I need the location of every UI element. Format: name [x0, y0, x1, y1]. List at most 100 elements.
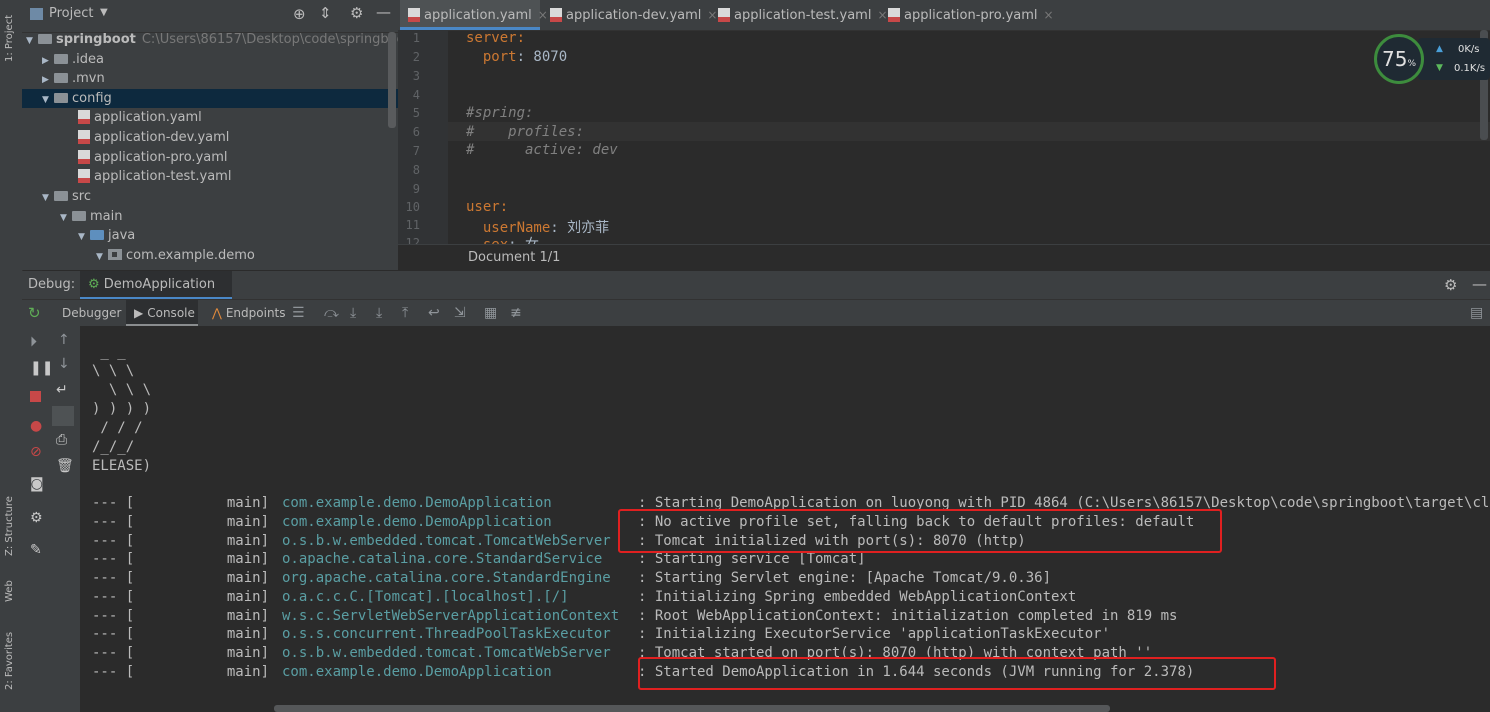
- line-number: 1: [412, 31, 420, 45]
- endpoints-icon: ⋀: [212, 306, 222, 320]
- code-line-10[interactable]: user:: [466, 199, 508, 215]
- log-line: --- [ main] o.s.s.concurrent.ThreadPoolT…: [92, 626, 1110, 642]
- tree-item-com-example-demo[interactable]: ▼ com.example.demo: [22, 246, 398, 265]
- log-line: --- [ main] com.example.demo.DemoApplica…: [92, 495, 1490, 511]
- camera-icon[interactable]: ◙: [30, 476, 44, 492]
- log-line: --- [ main] com.example.demo.DemoApplica…: [92, 664, 1194, 680]
- code-line-7[interactable]: # active: dev: [466, 142, 618, 158]
- evaluate-icon[interactable]: ▦: [484, 300, 497, 326]
- stop-icon[interactable]: [30, 391, 41, 402]
- log-message: : Root WebApplicationContext: initializa…: [638, 608, 1178, 624]
- tree-item-application-test-yaml[interactable]: application-test.yaml: [22, 167, 398, 186]
- up-arrow-icon[interactable]: ↑: [58, 332, 70, 348]
- pin-icon[interactable]: ✎: [30, 542, 42, 558]
- tab-run-config[interactable]: ⚙ DemoApplication ×: [80, 271, 232, 320]
- expand-arrow-icon[interactable]: ▶: [42, 71, 54, 90]
- pause-icon[interactable]: ❚❚: [30, 360, 53, 376]
- locate-icon[interactable]: ⊕: [293, 5, 306, 23]
- code-line-5[interactable]: #spring:: [466, 105, 533, 121]
- yaml-key: port: [466, 49, 517, 65]
- folder-icon: [54, 54, 68, 64]
- tree-item-src[interactable]: ▼ src: [22, 187, 398, 206]
- close-icon[interactable]: ×: [1044, 8, 1054, 22]
- clear-all-icon[interactable]: 🗑: [56, 458, 74, 474]
- gauge-percent-unit: %: [1407, 59, 1416, 69]
- tree-item-application-pro-yaml[interactable]: application-pro.yaml: [22, 148, 398, 167]
- run-to-cursor-icon[interactable]: ⇲: [454, 300, 466, 326]
- project-view-title[interactable]: Project: [49, 6, 93, 21]
- tab-label: application-test.yaml: [734, 8, 872, 23]
- code-line-12[interactable]: sex: 女: [466, 234, 539, 244]
- tree-item-idea[interactable]: ▶ .idea: [22, 50, 398, 69]
- gear-icon[interactable]: ⚙: [350, 4, 363, 22]
- expand-arrow-icon[interactable]: ▼: [96, 248, 108, 267]
- code-line-6[interactable]: # profiles:: [466, 124, 584, 140]
- favorites-tool-button[interactable]: 2: Favorites: [4, 632, 15, 690]
- step-over-icon[interactable]: ⤼: [324, 300, 339, 326]
- tab-console[interactable]: ▶ Console: [126, 300, 198, 326]
- tree-item-springboot[interactable]: ▼ springboot C:\Users\86157\Desktop\code\s…: [22, 30, 398, 51]
- chevron-down-icon[interactable]: ▼: [100, 7, 108, 18]
- hide-icon[interactable]: —: [1472, 270, 1487, 298]
- line-number: 11: [405, 218, 420, 232]
- tab-application-test-yaml[interactable]: application-test.yaml ×: [714, 0, 888, 30]
- tab-application-pro-yaml[interactable]: application-pro.yaml ×: [884, 0, 1054, 30]
- tree-item-mvn[interactable]: ▶ .mvn: [22, 69, 398, 88]
- tree-item-java[interactable]: ▼ java: [22, 226, 398, 245]
- gear-icon[interactable]: ⚙: [1444, 271, 1457, 299]
- scroll-to-end-icon[interactable]: [52, 406, 74, 426]
- tree-item-label: application-test.yaml: [94, 169, 232, 184]
- tree-item-config[interactable]: ▼ config: [22, 89, 398, 108]
- layout-icon[interactable]: ▤: [1470, 300, 1483, 326]
- mute-breakpoints-icon[interactable]: ⊘: [30, 444, 42, 460]
- view-breakpoints-icon[interactable]: ●: [30, 418, 42, 434]
- web-tool-button[interactable]: Web: [4, 580, 15, 602]
- drop-frame-icon[interactable]: ↩: [428, 300, 440, 326]
- tab-debugger[interactable]: Debugger: [62, 300, 121, 326]
- trace-icon[interactable]: ≢: [510, 300, 522, 326]
- gear-icon[interactable]: ⚙: [30, 510, 43, 526]
- folder-icon: [54, 73, 68, 83]
- tree-item-application-dev-yaml[interactable]: application-dev.yaml: [22, 128, 398, 147]
- tab-endpoints[interactable]: ⋀ Endpoints: [212, 300, 286, 326]
- tree-item-label: main: [90, 209, 123, 224]
- resume-icon[interactable]: ⏵: [30, 334, 37, 350]
- package-icon: [108, 249, 122, 260]
- expand-arrow-icon[interactable]: ▼: [26, 32, 38, 51]
- console-banner-line: /_/_/: [92, 439, 135, 455]
- down-arrow-icon[interactable]: ↓: [58, 356, 70, 372]
- print-icon[interactable]: ⎙: [56, 432, 67, 448]
- step-into-icon[interactable]: ⤓: [350, 300, 356, 326]
- expand-arrow-icon[interactable]: ▼: [78, 228, 90, 247]
- console-banner-line: _ _: [92, 344, 126, 360]
- log-thread: --- [ main]: [92, 626, 270, 642]
- tree-item-label: src: [72, 189, 91, 204]
- yaml-key: sex: [466, 237, 508, 244]
- tab-application-yaml[interactable]: application.yaml ×: [400, 0, 548, 30]
- yaml-file-icon: [78, 110, 90, 124]
- editor-area: application.yaml × application-dev.yaml × …: [398, 0, 1490, 271]
- code-line-1[interactable]: server:: [466, 30, 525, 46]
- highlight-box-started: [638, 657, 1276, 690]
- step-out-icon[interactable]: ⤒: [402, 300, 408, 326]
- tab-application-dev-yaml[interactable]: application-dev.yaml ×: [546, 0, 717, 30]
- rerun-icon[interactable]: ↻: [28, 300, 41, 326]
- network-monitor-widget[interactable]: ▲ 0K/s ▼ 0.1K/s 75%: [1374, 34, 1490, 90]
- console-horizontal-scrollbar[interactable]: [274, 705, 1110, 712]
- menu-icon[interactable]: ☰: [292, 300, 305, 326]
- project-scrollbar[interactable]: [388, 32, 396, 128]
- code-line-2[interactable]: port: 8070: [466, 49, 567, 65]
- force-step-into-icon[interactable]: ⤓: [376, 300, 382, 326]
- tree-item-main[interactable]: ▼ main: [22, 207, 398, 226]
- download-speed: 0.1K/s: [1454, 63, 1486, 74]
- expand-arrow-icon[interactable]: ▼: [42, 189, 54, 208]
- project-tool-button[interactable]: 1: Project: [4, 15, 15, 62]
- soft-wrap-icon[interactable]: ↵: [56, 382, 68, 398]
- hide-icon[interactable]: —: [376, 3, 391, 21]
- tree-item-application-yaml[interactable]: application.yaml: [22, 108, 398, 127]
- structure-tool-button[interactable]: Z: Structure: [4, 496, 15, 556]
- console-output[interactable]: _ _ \ \ \ \ \ \ ) ) ) ) / / / /_/_/ ELEA…: [80, 326, 1490, 712]
- collapse-all-icon[interactable]: ⇕: [319, 4, 332, 22]
- tree-item-label: java: [108, 228, 136, 243]
- breadcrumb-label[interactable]: Document 1/1: [468, 250, 560, 265]
